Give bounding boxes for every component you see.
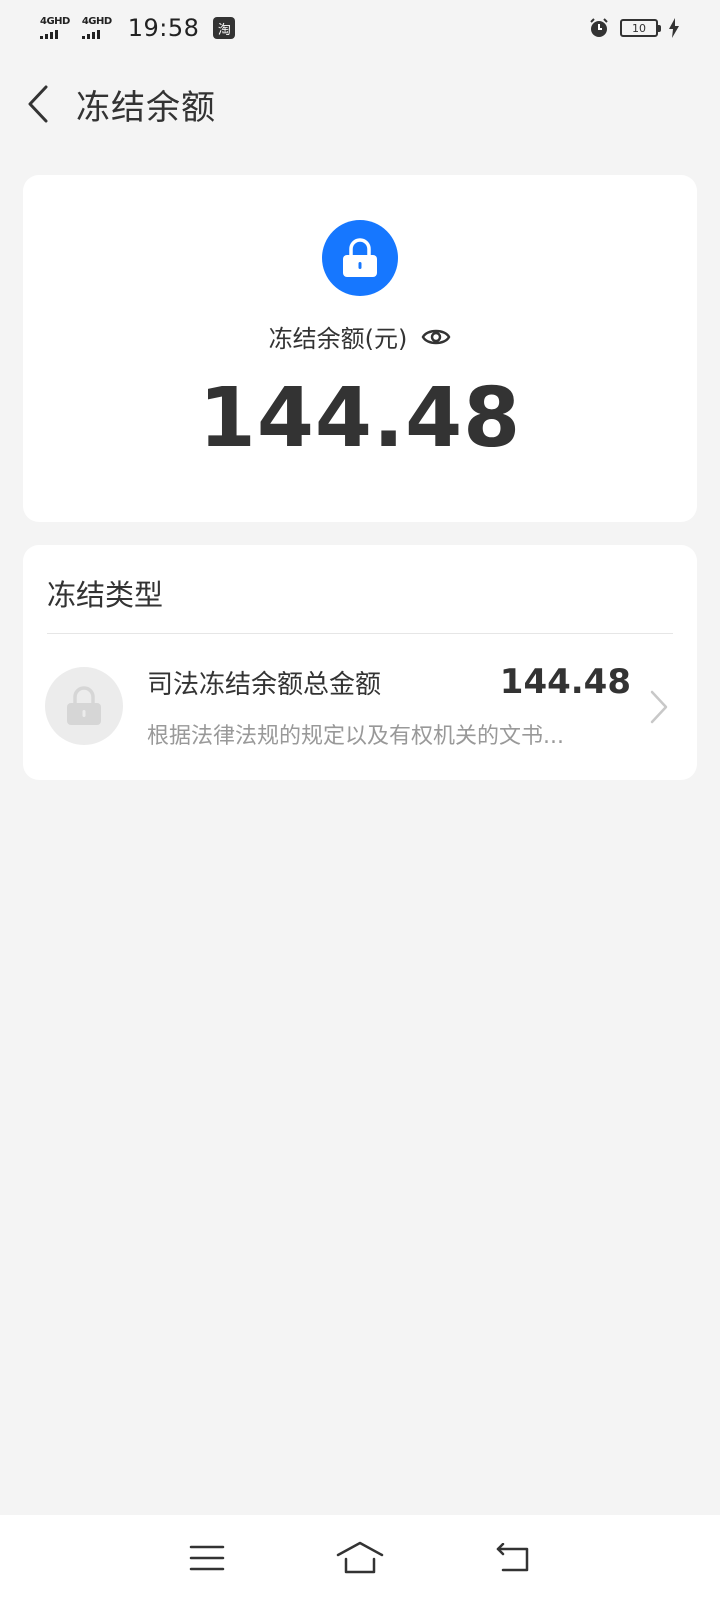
- lock-icon: [67, 686, 101, 725]
- balance-amount: 144.48: [198, 371, 522, 466]
- system-nav-bar: [0, 1515, 720, 1600]
- status-left: 4GHD 4GHD 19:58 淘: [40, 14, 236, 42]
- item-description: 根据法律法规的规定以及有权机关的文书...: [147, 724, 564, 749]
- taobao-notification-icon: 淘: [213, 17, 236, 39]
- battery-level: 10: [632, 21, 646, 35]
- row-lock-badge: [45, 667, 123, 745]
- signal-bars-icon: [40, 29, 58, 39]
- home-button[interactable]: [330, 1528, 390, 1588]
- balance-label: 冻结余额(元): [268, 325, 408, 353]
- status-bar: 4GHD 4GHD 19:58 淘 10: [0, 0, 720, 56]
- toggle-visibility-button[interactable]: [421, 322, 451, 352]
- return-button[interactable]: [483, 1528, 543, 1588]
- network-label-1: 4GHD: [40, 16, 70, 27]
- eye-icon: [421, 329, 451, 344]
- menu-icon: [189, 1545, 224, 1570]
- home-icon: [336, 1541, 384, 1573]
- freeze-type-item-judicial[interactable]: 司法冻结余额总金额 144.48 根据法律法规的规定以及有权机关的文书...: [23, 634, 697, 780]
- item-amount: 144.48: [499, 662, 631, 702]
- network-signal-1: 4GHD: [40, 17, 70, 39]
- balance-card: 冻结余额(元) 144.48: [23, 175, 697, 522]
- network-signal-2: 4GHD: [81, 16, 112, 39]
- chevron-right-icon: [650, 690, 668, 724]
- lock-badge: [322, 220, 398, 296]
- charging-icon: [669, 18, 679, 38]
- battery-icon: 10: [620, 19, 661, 37]
- chevron-left-icon: [28, 85, 48, 123]
- signal-bars-icon: [81, 29, 100, 39]
- freeze-types-card: 冻结类型 司法冻结余额总金额 144.48 根据法律法规的规定以及有权机关的文书…: [23, 545, 697, 780]
- lock-icon: [343, 238, 377, 277]
- item-title: 司法冻结余额总金额: [147, 670, 382, 700]
- back-button[interactable]: [0, 72, 76, 136]
- page-title: 冻结余额: [76, 87, 216, 128]
- section-title: 冻结类型: [47, 578, 164, 612]
- back-icon: [497, 1542, 529, 1571]
- nav-header: 冻结余额: [0, 72, 720, 136]
- status-right: 10: [588, 17, 680, 39]
- status-time: 19:58: [127, 14, 200, 42]
- balance-label-row: 冻结余额(元): [23, 319, 697, 354]
- network-label-2: 4GHD: [81, 16, 112, 27]
- menu-button[interactable]: [177, 1528, 237, 1588]
- alarm-icon: [590, 18, 608, 37]
